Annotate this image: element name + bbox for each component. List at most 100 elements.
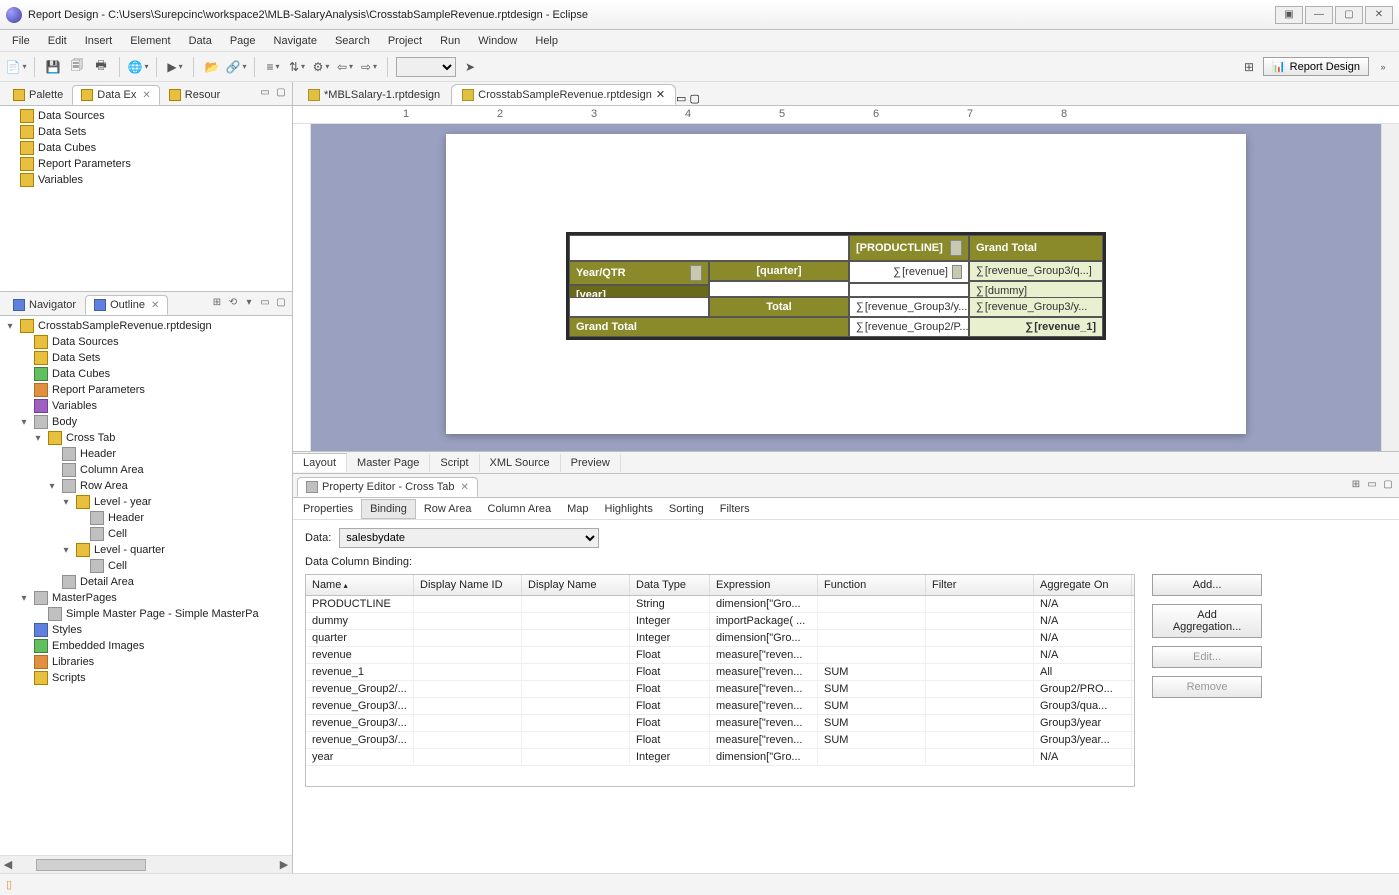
tree-item[interactable]: Data Sources [2, 108, 290, 124]
view-tab-data-ex[interactable]: Data Ex✕ [72, 85, 160, 105]
column-header[interactable]: Aggregate On [1034, 575, 1132, 595]
outline-item[interactable]: Simple Master Page - Simple MasterPa [2, 606, 290, 622]
column-header[interactable]: Function [818, 575, 926, 595]
filter-button[interactable]: ⚙ [311, 57, 331, 77]
property-subtab-map[interactable]: Map [559, 500, 596, 518]
property-subtab-column-area[interactable]: Column Area [480, 500, 560, 518]
property-subtab-highlights[interactable]: Highlights [597, 500, 661, 518]
column-header[interactable]: Expression [710, 575, 818, 595]
globe-button[interactable]: 🌐 [128, 57, 148, 77]
row-handle-icon[interactable] [690, 265, 702, 281]
sync-icon[interactable]: ⟲ [226, 295, 240, 309]
menu-help[interactable]: Help [527, 33, 566, 49]
edit-button[interactable]: Edit... [1152, 646, 1262, 668]
total-row-label[interactable]: Total [709, 297, 849, 317]
table-row[interactable]: revenue_1Floatmeasure["reven...SUMAll [306, 664, 1134, 681]
view-menu-icon[interactable]: ⊞ [1349, 477, 1363, 491]
column-handle-icon[interactable] [950, 240, 962, 256]
binding-table[interactable]: Name ▴Display Name IDDisplay NameData Ty… [305, 574, 1135, 787]
menu-project[interactable]: Project [380, 33, 430, 49]
link-button[interactable]: 🔗 [226, 57, 246, 77]
align-button[interactable]: ≡ [263, 57, 283, 77]
editor-mode-tab-master-page[interactable]: Master Page [347, 454, 430, 472]
outline-item[interactable]: Header [2, 446, 290, 462]
minimize-view-icon[interactable]: ▭ [1365, 477, 1379, 491]
menu-window[interactable]: Window [470, 33, 525, 49]
menu-navigate[interactable]: Navigate [266, 33, 325, 49]
outline-item[interactable]: Libraries [2, 654, 290, 670]
outline-item[interactable]: Header [2, 510, 290, 526]
minimize-editor-icon[interactable]: ▭ [676, 93, 686, 105]
property-subtab-properties[interactable]: Properties [295, 500, 361, 518]
property-subtab-binding[interactable]: Binding [361, 499, 416, 519]
tree-mode-icon[interactable]: ⊞ [210, 295, 224, 309]
crosstab-col-header[interactable]: [PRODUCTLINE] [849, 235, 969, 261]
property-subtab-filters[interactable]: Filters [712, 500, 758, 518]
menu-run[interactable]: Run [432, 33, 468, 49]
table-row[interactable]: revenueFloatmeasure["reven...N/A [306, 647, 1134, 664]
perspective-switch-icon[interactable]: ▣ [1275, 6, 1303, 24]
outline-hscrollbar[interactable]: ◀▶ [0, 855, 292, 873]
maximize-view-icon[interactable]: ▢ [1381, 477, 1395, 491]
outline-tree[interactable]: ▾CrosstabSampleRevenue.rptdesignData Sou… [0, 316, 292, 855]
outline-item[interactable]: ▾Row Area [2, 478, 290, 494]
outline-item[interactable]: Variables [2, 398, 290, 414]
close-icon[interactable]: ✕ [142, 90, 150, 101]
tree-item[interactable]: Variables [2, 172, 290, 188]
design-canvas[interactable]: [PRODUCTLINE] Grand Total Year/QTR [311, 124, 1381, 451]
open-perspective-icon[interactable]: ⊞ [1239, 57, 1259, 77]
outline-item[interactable]: Cell [2, 558, 290, 574]
close-icon[interactable]: ✕ [656, 88, 665, 101]
outline-item[interactable]: Cell [2, 526, 290, 542]
view-tab-navigator[interactable]: Navigator [4, 295, 85, 315]
tree-item[interactable]: Data Sets [2, 124, 290, 140]
revenue-g3q-cell[interactable]: [revenue_Group3/q...] [969, 261, 1103, 281]
table-row[interactable]: quarterIntegerdimension["Gro...N/A [306, 630, 1134, 647]
close-icon[interactable]: ✕ [460, 482, 468, 493]
zoom-select[interactable] [396, 57, 456, 77]
outline-item[interactable]: Detail Area [2, 574, 290, 590]
print-button[interactable]: 🖶 [91, 57, 111, 77]
maximize-view-icon[interactable]: ▢ [274, 295, 288, 309]
view-tab-outline[interactable]: Outline✕ [85, 295, 168, 315]
maximize-view-icon[interactable]: ▢ [274, 85, 288, 99]
column-header[interactable]: Display Name ID [414, 575, 522, 595]
editor-mode-tab-preview[interactable]: Preview [561, 454, 621, 472]
column-header[interactable]: Display Name [522, 575, 630, 595]
row-header-title[interactable]: Year/QTR [569, 261, 709, 285]
add-button[interactable]: Add... [1152, 574, 1262, 596]
menu-search[interactable]: Search [327, 33, 378, 49]
editor-mode-tab-xml-source[interactable]: XML Source [480, 454, 561, 472]
save-all-button[interactable]: 🗐 [67, 57, 87, 77]
table-row[interactable]: PRODUCTLINEStringdimension["Gro...N/A [306, 596, 1134, 613]
outline-item[interactable]: Data Sources [2, 334, 290, 350]
data-explorer-tree[interactable]: Data SourcesData SetsData CubesReport Pa… [0, 106, 292, 291]
outline-item[interactable]: ▾CrosstabSampleRevenue.rptdesign [2, 318, 290, 334]
view-tab-resour[interactable]: Resour [160, 85, 229, 105]
menu-insert[interactable]: Insert [77, 33, 121, 49]
column-header[interactable]: Filter [926, 575, 1034, 595]
editor-mode-tab-layout[interactable]: Layout [293, 453, 347, 472]
outline-item[interactable]: Data Cubes [2, 366, 290, 382]
menu-data[interactable]: Data [181, 33, 220, 49]
outline-item[interactable]: ▾MasterPages [2, 590, 290, 606]
table-row[interactable]: revenue_Group3/...Floatmeasure["reven...… [306, 732, 1134, 749]
maximize-editor-icon[interactable]: ▢ [690, 93, 700, 105]
revenue-g3y-b-cell[interactable]: [revenue_Group3/y... [969, 297, 1103, 317]
editor-mode-tab-script[interactable]: Script [430, 454, 479, 472]
property-subtab-sorting[interactable]: Sorting [661, 500, 712, 518]
folder-button[interactable]: 📂 [202, 57, 222, 77]
remove-button[interactable]: Remove [1152, 676, 1262, 698]
menu-edit[interactable]: Edit [40, 33, 75, 49]
maximize-button[interactable]: ▢ [1335, 6, 1363, 24]
outline-item[interactable]: Embedded Images [2, 638, 290, 654]
editor-tab[interactable]: *MBLSalary-1.rptdesign [297, 85, 451, 105]
outline-item[interactable]: ▾Cross Tab [2, 430, 290, 446]
table-row[interactable]: revenue_Group2/...Floatmeasure["reven...… [306, 681, 1134, 698]
menu-icon[interactable]: ▾ [242, 295, 256, 309]
perspective-button[interactable]: 📊 Report Design [1263, 57, 1369, 76]
outline-item[interactable]: ▾Body [2, 414, 290, 430]
run-button[interactable]: ▶ [165, 57, 185, 77]
grand-total-col[interactable]: Grand Total [969, 235, 1103, 261]
data-select[interactable]: salesbydate [339, 528, 599, 548]
